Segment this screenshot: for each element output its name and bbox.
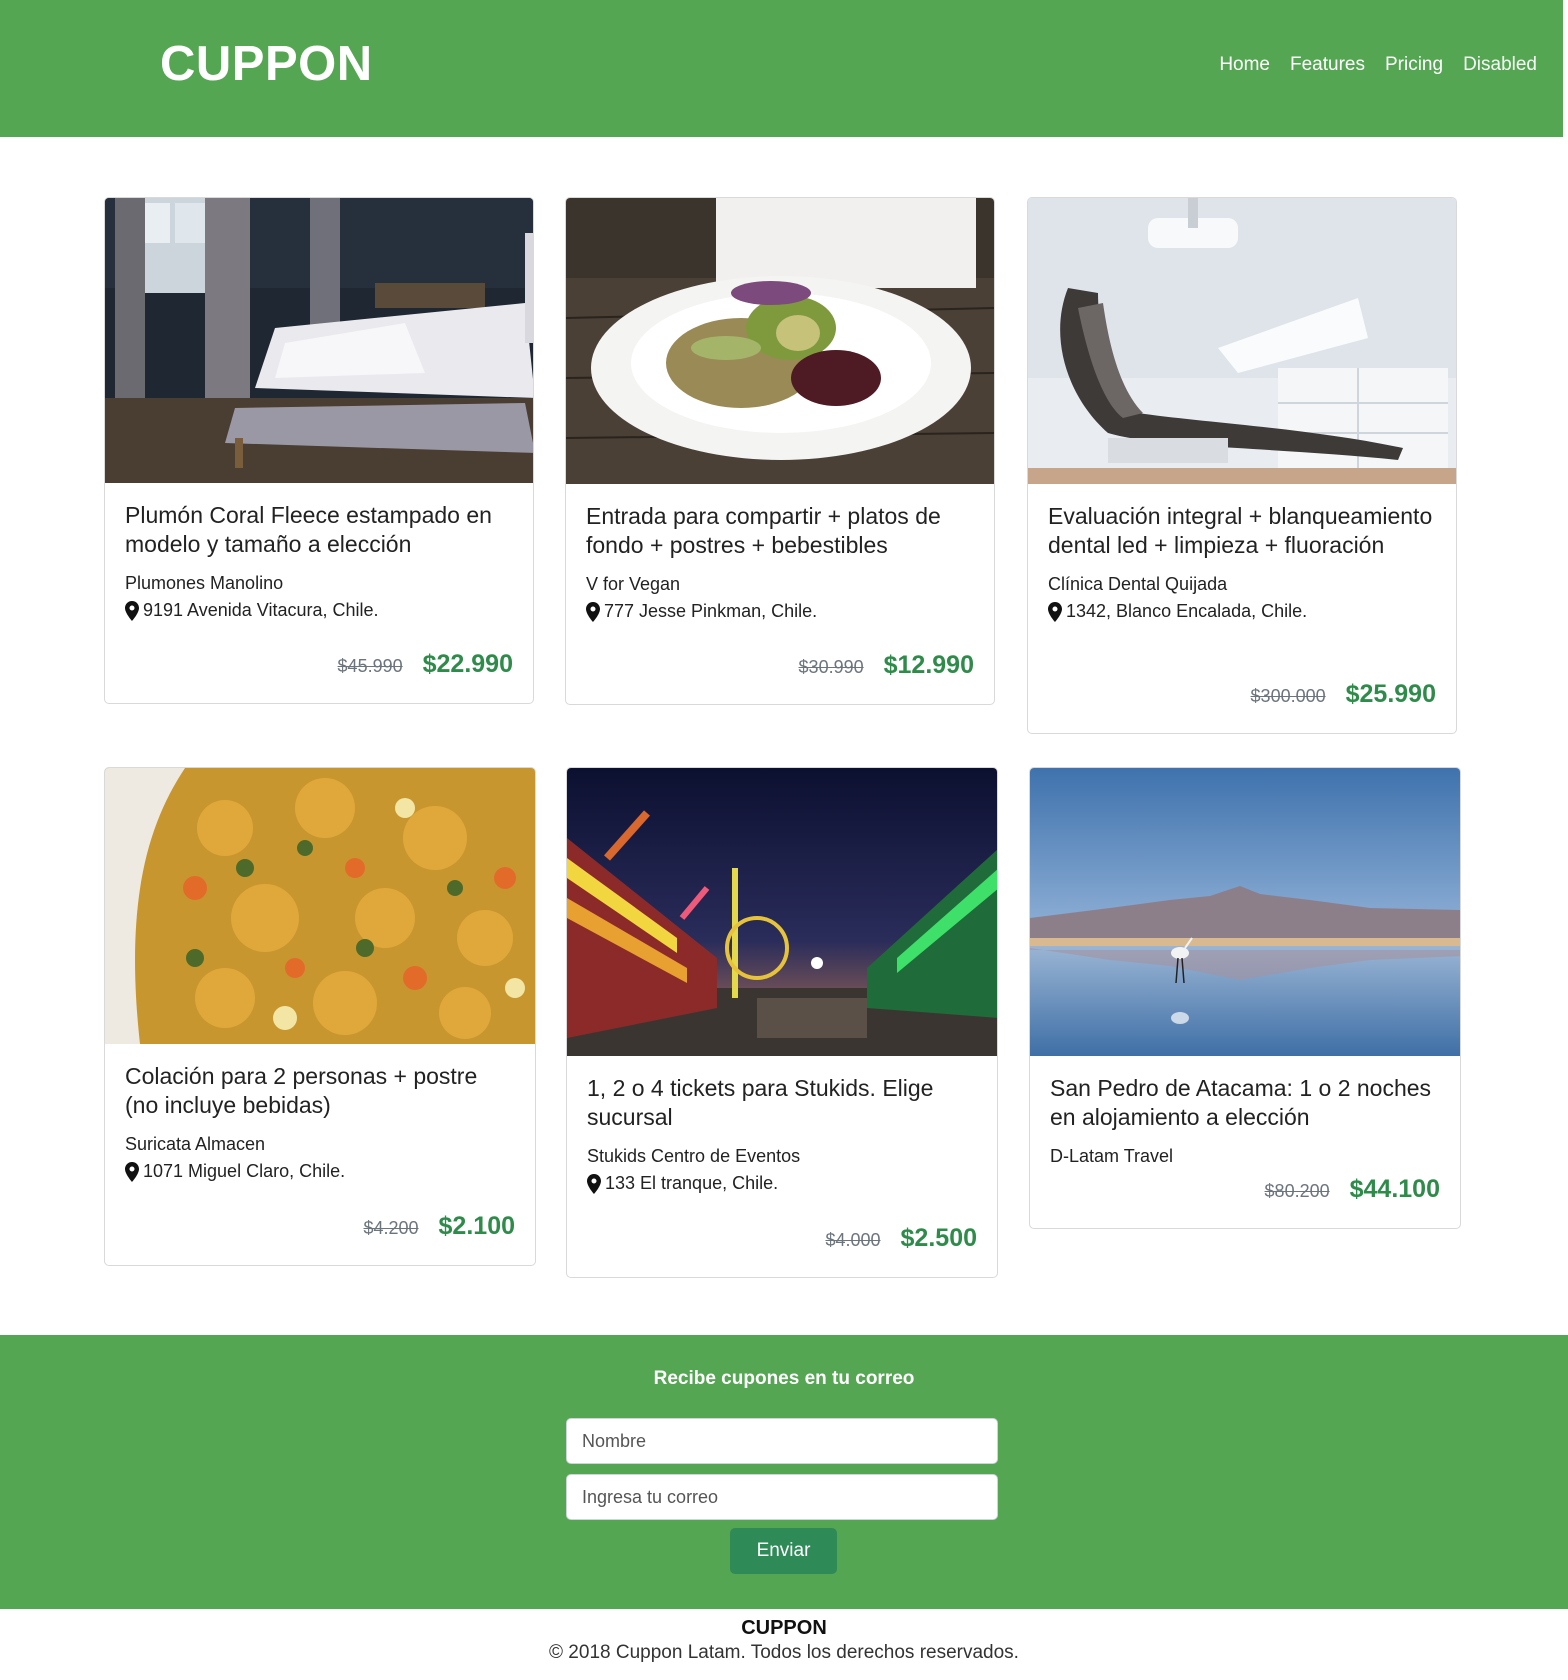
deal-title[interactable]: 1, 2 o 4 tickets para Stukids. Elige suc… bbox=[587, 1074, 977, 1132]
deal-prices: $300.000 $25.990 bbox=[1251, 680, 1436, 709]
deal-company: Clínica Dental Quijada bbox=[1048, 574, 1228, 594]
bedroom-photo bbox=[105, 198, 533, 483]
nav-home[interactable]: Home bbox=[1219, 54, 1270, 76]
dental-chair-photo bbox=[1028, 198, 1456, 484]
deal-card[interactable]: San Pedro de Atacama: 1 o 2 noches en al… bbox=[1029, 767, 1461, 1229]
brand-logo[interactable]: CUPPON bbox=[160, 36, 373, 92]
deal-company: Plumones Manolino bbox=[125, 573, 284, 593]
deal-prices: $45.990 $22.990 bbox=[338, 650, 513, 679]
deal-address-text: 1342, Blanco Encalada, Chile. bbox=[1066, 601, 1308, 621]
vegan-salad-photo bbox=[566, 198, 994, 484]
map-pin-icon bbox=[587, 1173, 601, 1194]
deal-card[interactable]: Evaluación integral + blanqueamiento den… bbox=[1027, 197, 1457, 734]
deal-address: 9191 Avenida Vitacura, Chile. bbox=[125, 600, 513, 621]
new-price: $2.100 bbox=[438, 1212, 515, 1240]
new-price: $25.990 bbox=[1345, 680, 1436, 708]
subscribe-section: Recibe cupones en tu correo Enviar bbox=[0, 1335, 1568, 1609]
deal-address-text: 777 Jesse Pinkman, Chile. bbox=[604, 601, 818, 621]
deal-title[interactable]: Plumón Coral Fleece estampado en modelo … bbox=[125, 501, 513, 559]
deal-title[interactable]: Evaluación integral + blanqueamiento den… bbox=[1048, 502, 1436, 560]
email-input[interactable] bbox=[566, 1474, 998, 1520]
deal-address: 1071 Miguel Claro, Chile. bbox=[125, 1161, 515, 1182]
deal-card[interactable]: Entrada para compartir + platos de fondo… bbox=[565, 197, 995, 705]
deal-title[interactable]: Entrada para compartir + platos de fondo… bbox=[586, 502, 974, 560]
name-input[interactable] bbox=[566, 1418, 998, 1464]
send-button[interactable]: Enviar bbox=[730, 1528, 837, 1574]
nav-disabled: Disabled bbox=[1463, 54, 1537, 75]
subscribe-title: Recibe cupones en tu correo bbox=[653, 1368, 915, 1389]
deal-address-text: 9191 Avenida Vitacura, Chile. bbox=[143, 600, 379, 620]
deal-company: V for Vegan bbox=[586, 574, 681, 594]
deal-address: 1342, Blanco Encalada, Chile. bbox=[1048, 601, 1436, 622]
new-price: $12.990 bbox=[883, 651, 974, 679]
new-price: $44.100 bbox=[1349, 1175, 1440, 1203]
footer-brand: CUPPON bbox=[741, 1617, 827, 1639]
deal-address: 777 Jesse Pinkman, Chile. bbox=[586, 601, 974, 622]
deal-card[interactable]: Colación para 2 personas + postre (no in… bbox=[104, 767, 536, 1266]
deal-card[interactable]: 1, 2 o 4 tickets para Stukids. Elige suc… bbox=[566, 767, 998, 1278]
deal-company: D-Latam Travel bbox=[1050, 1146, 1174, 1166]
deal-company: Suricata Almacen bbox=[125, 1134, 266, 1154]
old-price: $300.000 bbox=[1250, 686, 1326, 706]
food-dish-photo bbox=[105, 768, 535, 1044]
old-price: $80.200 bbox=[1264, 1181, 1330, 1201]
nav-features[interactable]: Features bbox=[1290, 54, 1365, 76]
deal-title[interactable]: San Pedro de Atacama: 1 o 2 noches en al… bbox=[1050, 1074, 1440, 1132]
new-price: $2.500 bbox=[900, 1224, 977, 1252]
nav-links: Home Features Pricing Disabled bbox=[1219, 54, 1537, 76]
deal-card[interactable]: Plumón Coral Fleece estampado en modelo … bbox=[104, 197, 534, 704]
deal-prices: $4.000 $2.500 bbox=[825, 1224, 977, 1253]
map-pin-icon bbox=[125, 600, 139, 621]
new-price: $22.990 bbox=[422, 650, 513, 678]
flamingo-lagoon-photo bbox=[1030, 768, 1460, 1056]
old-price: $45.990 bbox=[337, 656, 403, 676]
deal-prices: $80.200 $44.100 bbox=[1265, 1175, 1440, 1204]
old-price: $4.200 bbox=[363, 1218, 419, 1238]
old-price: $4.000 bbox=[825, 1230, 881, 1250]
deal-title[interactable]: Colación para 2 personas + postre (no in… bbox=[125, 1062, 515, 1120]
deal-address: 133 El tranque, Chile. bbox=[587, 1173, 977, 1194]
nav-pricing[interactable]: Pricing bbox=[1385, 54, 1443, 76]
map-pin-icon bbox=[586, 601, 600, 622]
deal-address-text: 133 El tranque, Chile. bbox=[605, 1173, 779, 1193]
old-price: $30.990 bbox=[798, 657, 864, 677]
footer-copyright: © 2018 Cuppon Latam. Todos los derechos … bbox=[549, 1642, 1019, 1663]
deal-company: Stukids Centro de Eventos bbox=[587, 1146, 801, 1166]
map-pin-icon bbox=[125, 1161, 139, 1182]
deal-prices: $30.990 $12.990 bbox=[799, 651, 974, 680]
deal-prices: $4.200 $2.100 bbox=[363, 1212, 515, 1241]
fair-night-photo bbox=[567, 768, 997, 1056]
navbar: CUPPON Home Features Pricing Disabled bbox=[0, 0, 1563, 137]
map-pin-icon bbox=[1048, 601, 1062, 622]
deal-address-text: 1071 Miguel Claro, Chile. bbox=[143, 1161, 346, 1181]
